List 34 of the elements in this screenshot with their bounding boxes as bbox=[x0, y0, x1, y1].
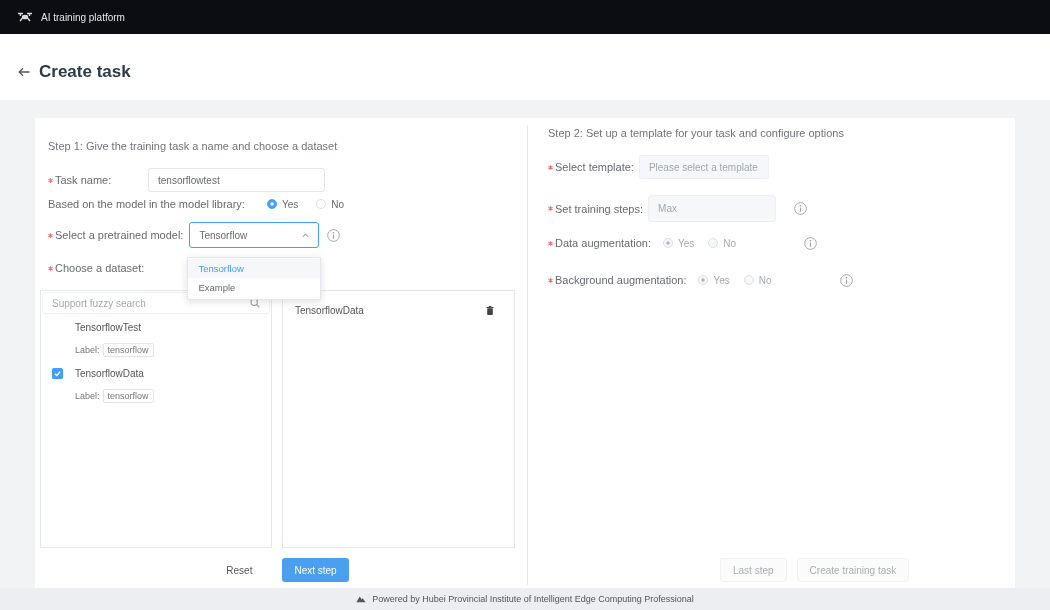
footer-text: Powered by Hubei Provincial Institute of Intelligent Edge Computing Professional bbox=[372, 594, 694, 604]
field-label: Task name: bbox=[55, 174, 112, 186]
drone-logo-icon bbox=[17, 12, 33, 22]
info-icon bbox=[804, 236, 818, 250]
chevron-up-icon bbox=[301, 230, 311, 240]
field-label: Select a pretrained model: bbox=[55, 229, 184, 241]
dataset-item[interactable]: TensorflowData bbox=[41, 362, 271, 384]
info-icon bbox=[327, 228, 341, 242]
field-label: Choose a dataset: bbox=[55, 262, 145, 274]
field-label: Data augmentation: bbox=[555, 237, 651, 249]
info-icon bbox=[839, 273, 853, 287]
radio-option[interactable]: No bbox=[316, 198, 344, 210]
info-icon bbox=[794, 202, 808, 215]
app-title: AI training platform bbox=[41, 11, 125, 23]
radio-option[interactable]: Yes bbox=[266, 198, 299, 210]
tag-caption: Label: bbox=[75, 391, 100, 401]
back-arrow-icon[interactable] bbox=[18, 66, 30, 78]
tag-caption: Label: bbox=[75, 345, 100, 355]
page-title: Create task bbox=[39, 61, 131, 83]
model-select[interactable]: Tensorflow bbox=[189, 222, 320, 248]
field-label: Select template: bbox=[555, 161, 634, 173]
task-name-field[interactable]: tensorflowtest bbox=[148, 168, 325, 192]
step-heading: Step 1: Give the training task a name and choose a dataset bbox=[48, 139, 339, 154]
mountain-icon bbox=[356, 595, 367, 603]
step-heading: Step 2: Set up a template for your task and configure options bbox=[548, 126, 845, 141]
dataset-item[interactable]: TensorflowTest bbox=[41, 316, 271, 338]
label-tag: tensorflow bbox=[102, 389, 154, 403]
field-label: Background augmentation: bbox=[555, 274, 687, 286]
selected-dataset: TensorflowData bbox=[295, 304, 364, 316]
field-label: Based on the model in the model library: bbox=[48, 198, 245, 210]
label-tag: tensorflow bbox=[102, 343, 154, 357]
field-label: Set training steps: bbox=[555, 202, 644, 215]
trash-icon[interactable] bbox=[486, 304, 494, 316]
search-icon[interactable] bbox=[250, 298, 260, 308]
